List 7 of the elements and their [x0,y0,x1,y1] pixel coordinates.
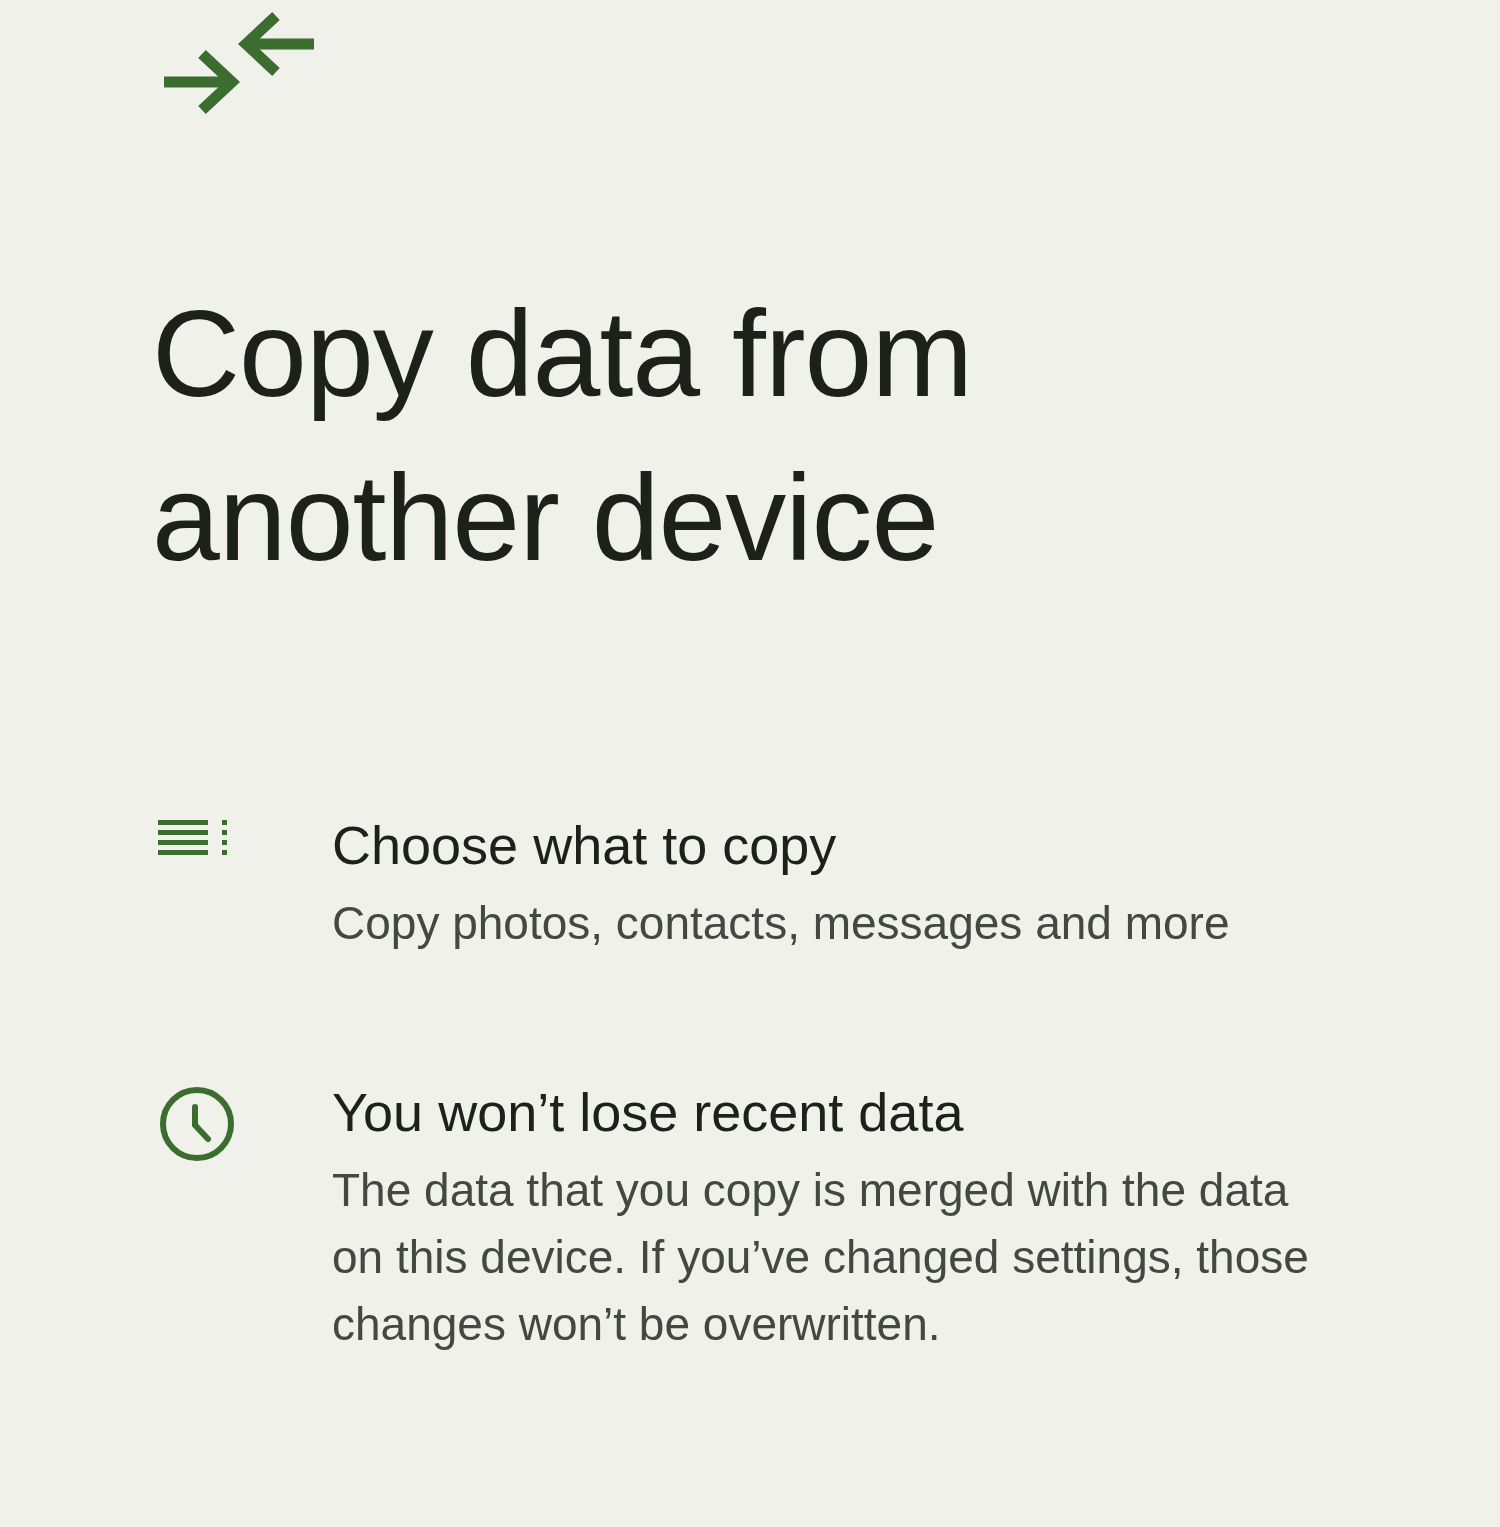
feature-description: Copy photos, contacts, messages and more [332,896,1231,951]
page-title: Copy data from another device [152,285,974,588]
feature-title: You won’t lose recent data [332,1081,965,1144]
feature-title: Choose what to copy [332,814,838,877]
feature-description: The data that you copy is merged with the data on this device. If you’ve changed settings, those changes won’t be overwritten. [332,1163,1310,1352]
list-icon [158,818,230,858]
clock-icon [158,1085,236,1163]
